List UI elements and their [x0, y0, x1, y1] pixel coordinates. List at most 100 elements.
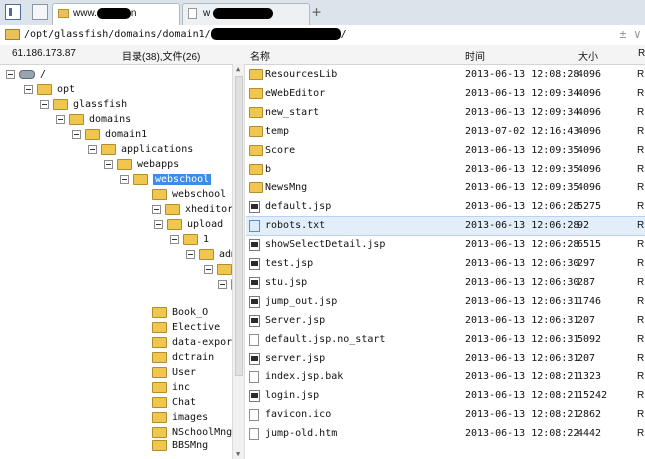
tree-node[interactable]: domain1 [72, 127, 147, 142]
file-row[interactable]: server.jsp 2013-06-13 12:06:31 207 R [246, 350, 645, 368]
file-row[interactable]: jump_out.jsp 2013-06-13 12:06:31 1746 R [246, 293, 645, 311]
tab-list-icon[interactable] [32, 4, 48, 20]
col-size-header[interactable]: 大小 [578, 48, 598, 63]
file-time: 2013-06-13 12:06:31 [465, 333, 580, 345]
scroll-up-icon[interactable]: ▲ [236, 65, 240, 73]
collapse-icon[interactable] [40, 99, 49, 109]
file-size: 4096 [577, 144, 602, 156]
col-name-header[interactable]: 名称 [250, 48, 270, 63]
tab-active[interactable]: www. n [52, 3, 180, 25]
collapse-icon[interactable] [186, 249, 195, 259]
file-row[interactable]: test.jsp 2013-06-13 12:06:30 297 R [246, 255, 645, 273]
item-counts: 目录(38),文件(26) [122, 52, 201, 63]
tree-node[interactable]: xheditor [152, 202, 232, 217]
path-text[interactable]: /opt/glassfish/domains/domain1/ / [24, 28, 347, 40]
tree-node-label: Book_O [172, 307, 209, 318]
tree-node[interactable]: applications [88, 142, 193, 157]
collapse-icon[interactable] [218, 279, 227, 289]
file-row[interactable]: new_start 2013-06-13 12:09:34 4096 R [246, 104, 645, 122]
file-row[interactable]: favicon.ico 2013-06-13 12:08:21 2862 R [246, 406, 645, 424]
tree-node[interactable]: webapps [104, 157, 179, 172]
collapse-icon[interactable] [204, 264, 213, 274]
tree-node[interactable]: inc [152, 380, 190, 395]
tree-node[interactable]: opt [24, 82, 75, 97]
file-row[interactable]: robots.txt 2013-06-13 12:06:28 92 R [246, 216, 645, 237]
collapse-icon[interactable] [88, 144, 97, 154]
tree-node[interactable]: glassfish [40, 97, 127, 112]
file-time: 2013-06-13 12:06:30 [465, 258, 580, 269]
collapse-icon[interactable] [24, 84, 33, 94]
tree-node[interactable]: Book_O [152, 305, 208, 320]
tree-node-label: data-export [172, 337, 232, 348]
file-row[interactable]: index.jsp.bak 2013-06-13 12:08:21 1323 R [246, 368, 645, 386]
file-size: 4096 [577, 182, 602, 194]
tree-node[interactable]: Chat [152, 395, 196, 410]
jsp-file-icon [249, 314, 260, 327]
file-name: server.jsp [265, 352, 326, 364]
tree-node[interactable]: Elective [152, 320, 220, 335]
file-size: 92 [577, 220, 590, 232]
tree-node[interactable]: dctrain [152, 350, 214, 365]
file-time: 2013-06-13 12:08:22 [465, 428, 580, 440]
file-perm: R [637, 314, 645, 326]
collapse-icon[interactable] [104, 159, 113, 169]
file-row[interactable]: b 2013-06-13 12:09:35 4096 R [246, 161, 645, 179]
file-row[interactable]: default.jsp.no_start 2013-06-13 12:06:31 5… [246, 331, 645, 349]
file-size: 5275 [577, 201, 602, 213]
file-perm: R [637, 239, 645, 251]
sidebar-toggle-icon[interactable] [5, 4, 21, 20]
col-r-header[interactable]: R [638, 48, 645, 59]
path-prefix: /opt/glassfish/domains/domain1/ [24, 29, 211, 40]
collapse-icon[interactable] [154, 219, 163, 229]
tree-node[interactable]: upload [154, 217, 223, 232]
new-tab-button[interactable]: + [312, 3, 321, 21]
tree-node[interactable]: 1 [170, 232, 209, 247]
file-perm: R [637, 352, 645, 364]
file-row[interactable]: showSelectDetail.jsp 2013-06-13 12:06:28 6… [246, 236, 645, 254]
file-size: 287 [577, 276, 596, 288]
tree-node[interactable]: domains [56, 112, 131, 127]
collapse-icon[interactable] [170, 234, 179, 244]
file-time: 2013-06-13 12:09:35 [465, 144, 580, 156]
file-time: 2013-07-02 12:16:43 [465, 125, 580, 137]
tree-root[interactable]: / [6, 67, 46, 82]
file-row[interactable]: stu.jsp 2013-06-13 12:06:30 287 R [246, 274, 645, 292]
file-row[interactable]: ResourcesLib 2013-06-13 12:08:28 4096 R [246, 66, 645, 84]
folder-icon [152, 381, 167, 393]
file-row[interactable]: eWebEditor 2013-06-13 12:09:34 4096 R [246, 85, 645, 103]
file-row[interactable]: default.jsp 2013-06-13 12:06:28 5275 R [246, 198, 645, 216]
tree-node[interactable]: webschool [120, 172, 212, 187]
col-time-header[interactable]: 时间 [465, 48, 485, 63]
tab-inactive[interactable]: w [182, 3, 310, 25]
tree-node-label: / [40, 69, 47, 80]
tree-node[interactable]: data-export [152, 335, 232, 350]
collapse-icon[interactable] [56, 114, 65, 124]
file-row[interactable]: Score 2013-06-13 12:09:35 4096 R [246, 142, 645, 160]
file-time: 2013-06-13 12:06:28 [465, 220, 580, 232]
tree-node[interactable] [204, 262, 232, 277]
collapse-icon[interactable] [120, 174, 129, 184]
collapse-icon[interactable] [6, 69, 15, 79]
scrollbar-thumb[interactable] [235, 76, 243, 376]
file-row[interactable]: temp 2013-07-02 12:16:43 4096 R [246, 123, 645, 141]
file-size: 297 [577, 258, 596, 269]
file-size: 4096 [577, 87, 602, 99]
collapse-icon[interactable] [152, 204, 161, 214]
tree-node[interactable]: User [152, 365, 196, 380]
tree-node[interactable]: adm [186, 247, 232, 262]
file-perm: R [637, 163, 645, 175]
file-row[interactable]: login.jsp 2013-06-13 12:08:21 15242 R [246, 387, 645, 405]
collapse-icon[interactable] [72, 129, 81, 139]
tree-node[interactable]: images [152, 410, 208, 425]
file-row[interactable]: NewsMng 2013-06-13 12:09:35 4096 R [246, 179, 645, 197]
file-row[interactable]: jump-old.htm 2013-06-13 12:08:22 4442 R [246, 425, 645, 443]
redaction-mark [213, 7, 274, 19]
file-row[interactable]: Server.jsp 2013-06-13 12:06:31 207 R [246, 312, 645, 330]
tree-node[interactable] [218, 277, 232, 292]
scroll-down-icon[interactable]: ▼ [236, 450, 240, 458]
tree-node[interactable]: webschool [152, 187, 226, 202]
tree-scrollbar[interactable]: ▲ ▼ [232, 64, 245, 459]
tree-node[interactable]: BBSMng [152, 438, 208, 453]
path-actions-icon[interactable]: ± ∨ [619, 27, 641, 41]
path-bar[interactable]: /opt/glassfish/domains/domain1/ / ± ∨ [0, 25, 645, 46]
